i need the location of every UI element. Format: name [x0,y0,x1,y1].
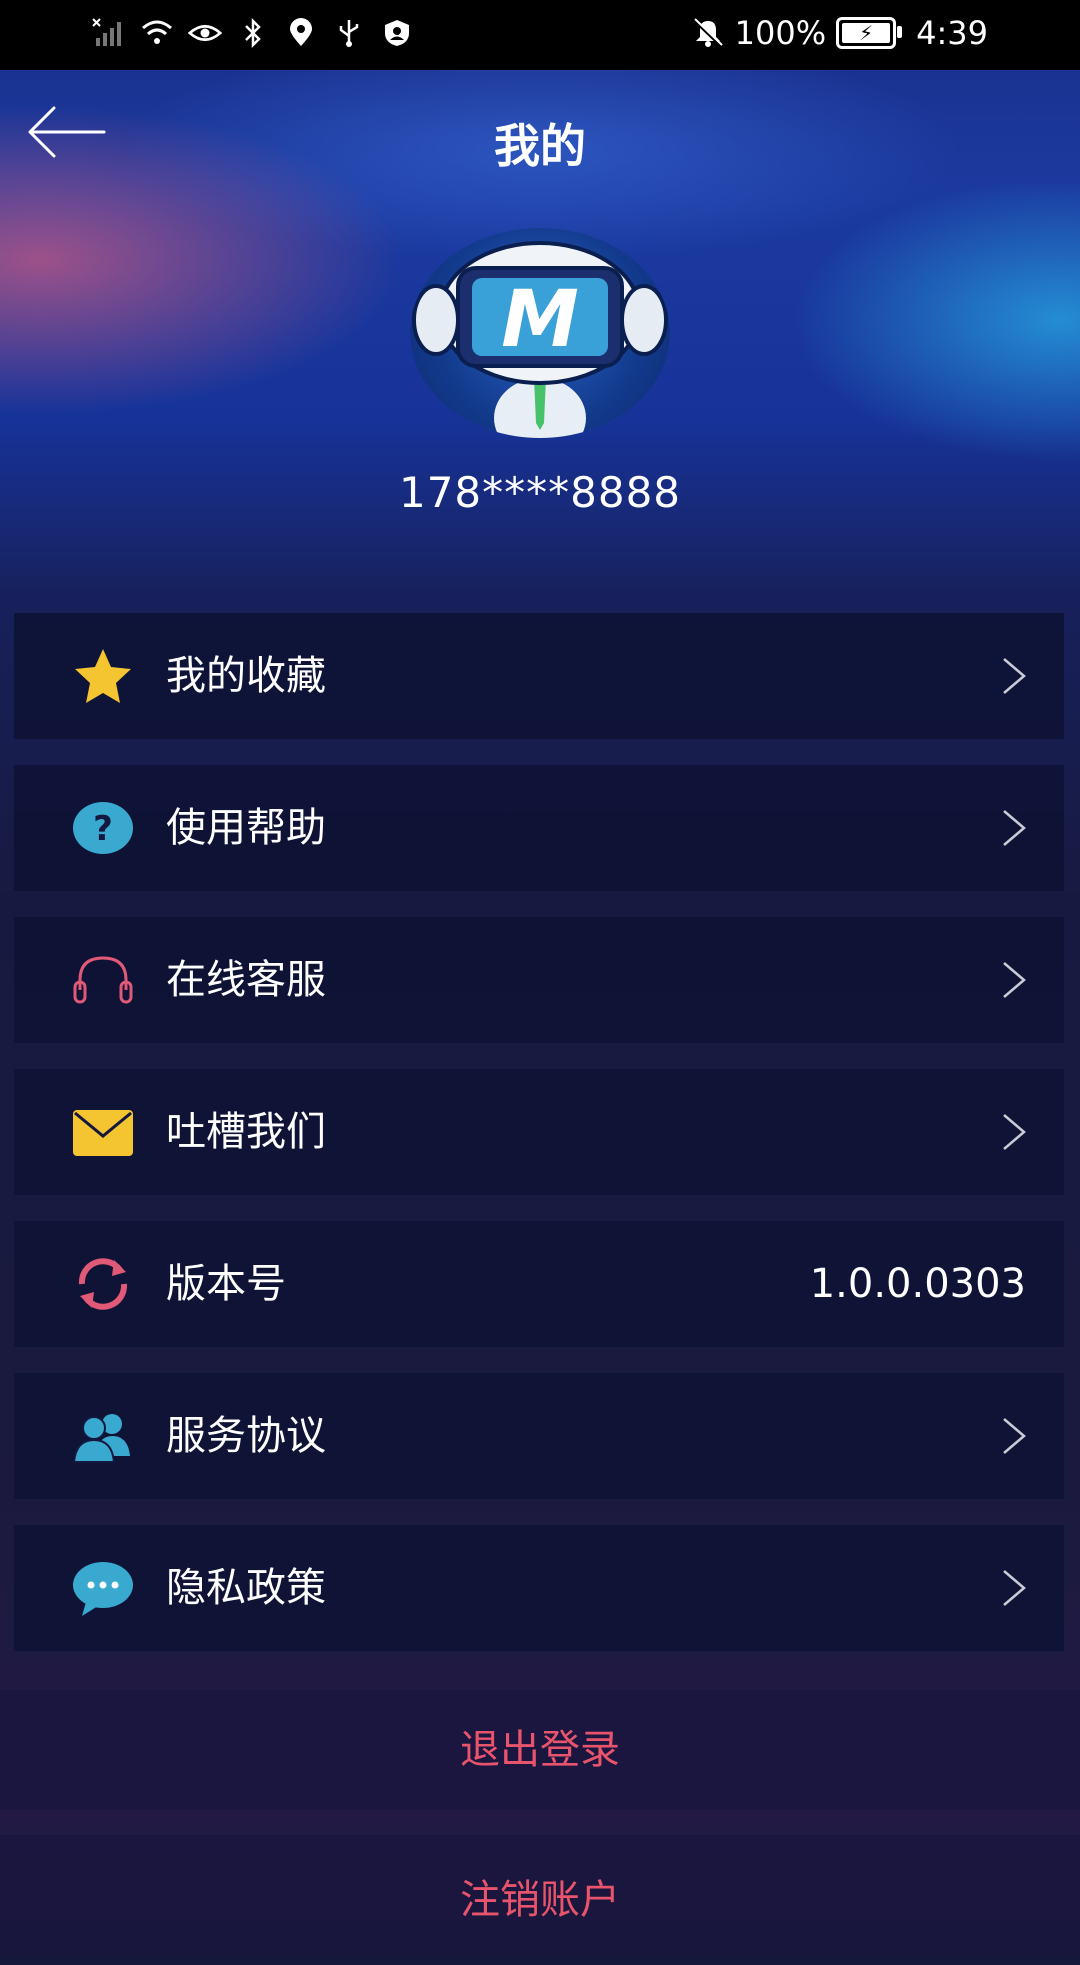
chevron-right-icon [1003,1418,1026,1454]
menu-item-service-agreement[interactable]: 服务协议 [14,1373,1064,1499]
wifi-icon [140,16,174,50]
robot-mascot-icon: M [412,241,668,438]
svg-text:?: ? [93,809,113,849]
chevron-right-icon [1003,1114,1026,1150]
chat-bubble-icon [73,1562,133,1616]
battery-percent: 100% [734,14,827,52]
eye-icon [188,16,222,50]
usb-icon [332,16,366,50]
menu-item-customer-service[interactable]: 在线客服 [14,917,1064,1043]
menu-item-label: 服务协议 [166,1413,326,1459]
menu-item-label: 版本号 [166,1261,286,1307]
menu-item-privacy-policy[interactable]: 隐私政策 [14,1525,1064,1651]
users-icon [72,1414,130,1463]
chevron-right-icon [1003,962,1026,998]
version-value: 1.0.0.0303 [809,1261,1026,1307]
menu-item-help[interactable]: ? 使用帮助 [14,765,1064,891]
help-circle-icon: ? [73,802,133,854]
chevron-right-icon [1003,658,1026,694]
mail-icon [73,1110,133,1156]
signal-off-icon [92,16,126,50]
menu-item-favorites[interactable]: 我的收藏 [14,613,1064,739]
avatar-letter: M [501,275,579,365]
headphones-icon [73,956,133,1004]
menu-item-version: 版本号 1.0.0.0303 [14,1221,1064,1347]
clock: 4:39 [916,14,988,52]
chevron-right-icon [1003,810,1026,846]
menu-item-feedback[interactable]: 吐槽我们 [14,1069,1064,1195]
avatar[interactable]: M [410,228,670,438]
refresh-icon [78,1258,128,1310]
phone-number: 178****8888 [398,468,682,517]
menu-item-label: 隐私政策 [166,1565,326,1611]
logout-button[interactable]: 退出登录 [0,1690,1080,1810]
menu-item-label: 使用帮助 [166,805,326,851]
mute-bell-icon [691,16,725,50]
location-icon [284,16,318,50]
status-icons-left [92,16,414,50]
status-icons-right: 100% ⚡ 4:39 [691,14,988,52]
status-bar: 100% ⚡ 4:39 [0,0,1080,70]
menu-item-label: 我的收藏 [166,653,326,699]
menu-item-label: 在线客服 [166,957,326,1003]
page-title: 我的 [494,119,586,173]
user-shield-icon [380,16,414,50]
bluetooth-icon [236,16,270,50]
menu-item-label: 吐槽我们 [166,1109,326,1155]
deregister-account-button[interactable]: 注销账户 [0,1835,1080,1955]
battery-charging-icon: ⚡ [836,17,903,49]
star-icon [75,649,131,703]
chevron-right-icon [1003,1570,1026,1606]
